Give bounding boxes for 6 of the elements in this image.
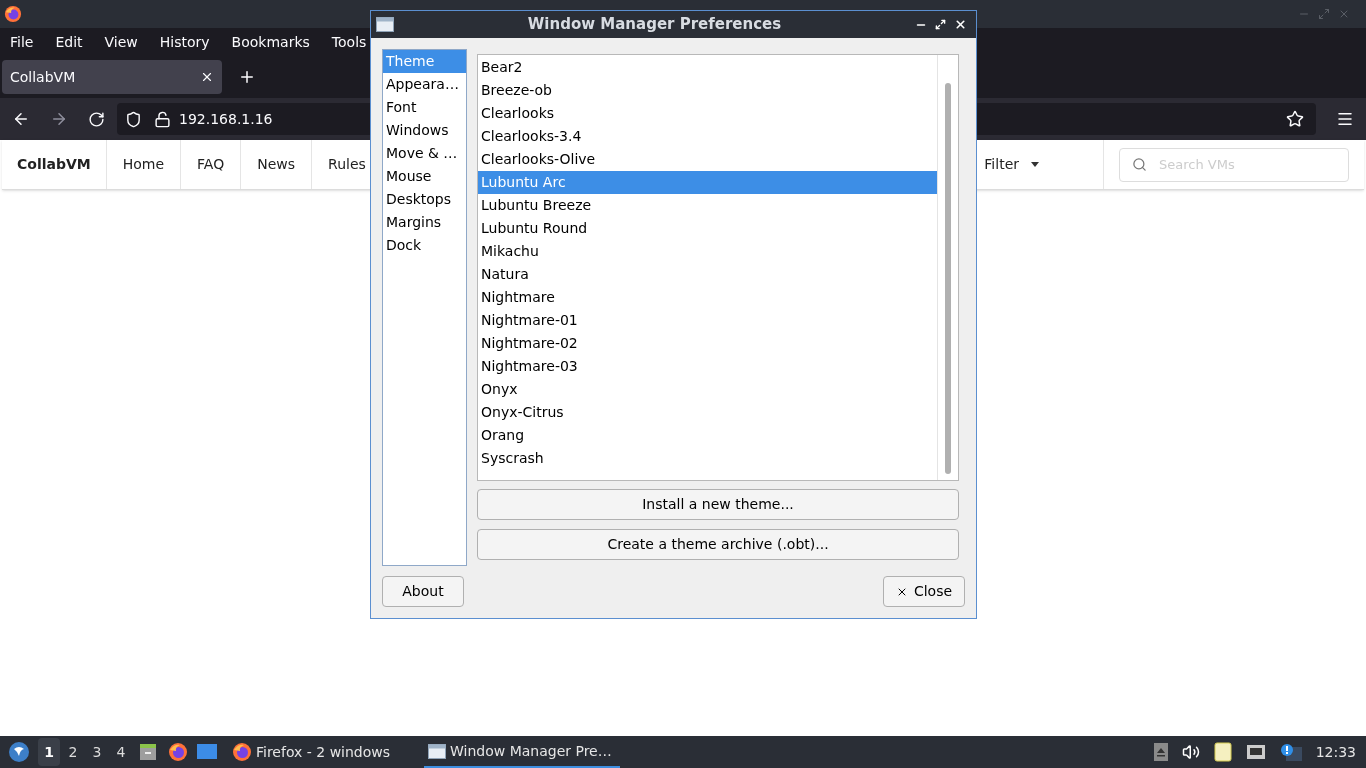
task-label: Firefox - 2 windows	[256, 742, 391, 762]
clock: 12:33	[1315, 742, 1356, 762]
url-text: 192.168.1.16	[179, 109, 273, 129]
dialog-title: Window Manager Preferences	[526, 14, 783, 36]
tab-title: CollabVM	[10, 67, 76, 87]
task-label: Window Manager Pre…	[450, 741, 612, 761]
